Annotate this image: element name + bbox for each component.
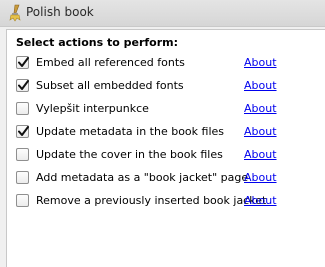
about-link[interactable]: About [244,171,277,184]
about-link[interactable]: About [244,56,277,69]
action-checkbox[interactable] [16,56,29,69]
about-link[interactable]: About [244,125,277,138]
about-link[interactable]: About [244,148,277,161]
actions-panel: Select actions to perform: Embed all ref… [6,29,325,267]
action-label[interactable]: Vylepšit interpunkce [36,102,149,115]
action-row: Add metadata as a "book jacket" page Abou… [7,168,325,188]
checkmark-icon [18,80,29,90]
action-checkbox[interactable] [16,79,29,92]
brush-icon [6,4,22,22]
action-row: Update metadata in the book files About [7,122,325,142]
action-row: Remove a previously inserted book jacket… [7,191,325,211]
action-checkbox[interactable] [16,171,29,184]
polish-book-window: Polish book Select actions to perform: E… [0,0,325,267]
action-checkbox[interactable] [16,125,29,138]
action-checkbox[interactable] [16,194,29,207]
action-row: Embed all referenced fonts About [7,53,325,73]
checkmark-icon [18,57,29,67]
window-title: Polish book [26,5,94,19]
about-link[interactable]: About [244,79,277,92]
action-checkbox[interactable] [16,102,29,115]
title-bar[interactable]: Polish book [0,0,325,27]
action-label[interactable]: Update metadata in the book files [36,125,224,138]
about-link[interactable]: About [244,102,277,115]
action-label[interactable]: Embed all referenced fonts [36,56,185,69]
action-label[interactable]: Update the cover in the book files [36,148,223,161]
action-checkbox[interactable] [16,148,29,161]
actions-heading: Select actions to perform: [16,36,178,49]
action-row: Vylepšit interpunkce About [7,99,325,119]
action-row: Subset all embedded fonts About [7,76,325,96]
checkmark-icon [18,126,29,136]
action-row: Update the cover in the book files About [7,145,325,165]
action-label[interactable]: Add metadata as a "book jacket" page [36,171,248,184]
about-link[interactable]: About [244,194,277,207]
action-label[interactable]: Remove a previously inserted book jacket [36,194,266,207]
action-label[interactable]: Subset all embedded fonts [36,79,184,92]
